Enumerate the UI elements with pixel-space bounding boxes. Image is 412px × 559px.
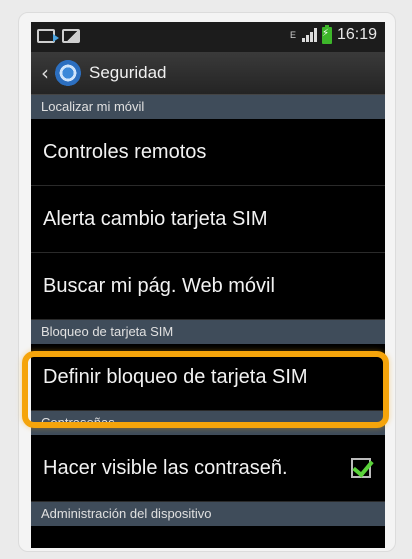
- item-remote-controls[interactable]: Controles remotos: [31, 119, 385, 186]
- status-right: E 16:19: [289, 24, 377, 44]
- phone-screen: E 16:19 ‹ Seguridad Localizar mi móvil C…: [31, 22, 385, 548]
- signal-icon: [301, 28, 317, 42]
- item-label: Controles remotos: [43, 140, 207, 163]
- clock: 16:19: [336, 26, 377, 43]
- section-header-locate: Localizar mi móvil: [31, 95, 385, 119]
- page-title: Seguridad: [89, 63, 167, 82]
- visible-passwords-checkbox[interactable]: [351, 458, 371, 478]
- item-visible-passwords[interactable]: Hacer visible las contraseñ.: [31, 435, 385, 502]
- image-icon: [62, 29, 80, 43]
- section-header-device-admin: Administración del dispositivo: [31, 502, 385, 526]
- item-label: Hacer visible las contraseñ.: [43, 456, 288, 479]
- data-indicator: E: [289, 29, 296, 40]
- screen-mirror-icon: [37, 29, 59, 43]
- item-sim-change-alert[interactable]: Alerta cambio tarjeta SIM: [31, 186, 385, 253]
- title-bar[interactable]: ‹ Seguridad: [31, 52, 385, 95]
- highlight-outline: [22, 351, 389, 428]
- item-label: Alerta cambio tarjeta SIM: [43, 207, 268, 230]
- item-find-mobile-web[interactable]: Buscar mi pág. Web móvil: [31, 253, 385, 320]
- item-label: Buscar mi pág. Web móvil: [43, 274, 275, 297]
- status-bar: E 16:19: [31, 22, 385, 52]
- back-chevron-icon[interactable]: ‹: [41, 61, 49, 85]
- settings-gear-icon: [55, 60, 81, 86]
- section-header-sim-lock: Bloqueo de tarjeta SIM: [31, 320, 385, 344]
- battery-charging-icon: [321, 24, 332, 44]
